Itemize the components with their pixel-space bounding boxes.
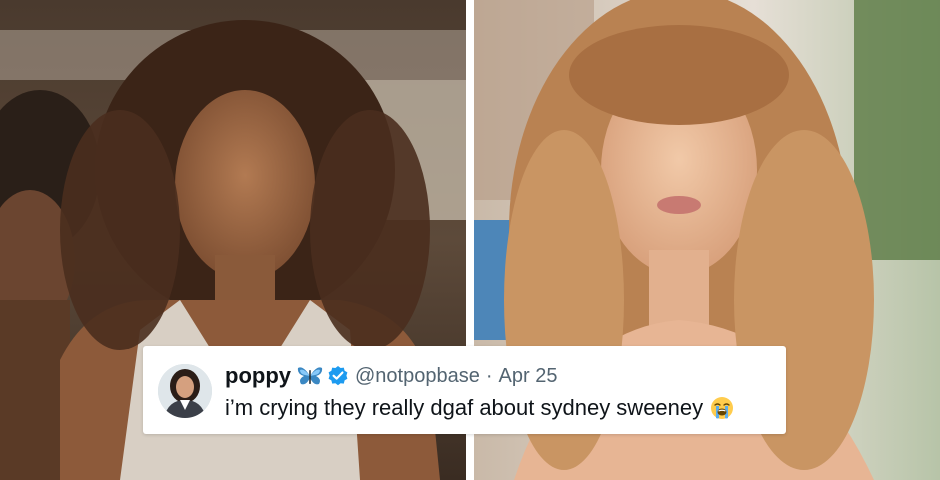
user-handle[interactable]: @notpopbase: [355, 365, 480, 388]
butterfly-emoji-icon: [297, 365, 323, 387]
tweet-body: i’m crying they really dgaf about sydney…: [225, 395, 734, 421]
avatar[interactable]: [158, 364, 212, 418]
tweet-header: poppy @notpopbase · Apr 25: [225, 363, 557, 389]
tweet-card[interactable]: poppy @notpopbase · Apr 25 i’m crying th…: [143, 346, 786, 434]
verified-badge-icon: [327, 365, 349, 387]
meta-separator: ·: [485, 364, 493, 387]
display-name[interactable]: poppy: [225, 363, 291, 389]
loudly-crying-face-icon: [710, 396, 734, 420]
tweet-date[interactable]: Apr 25: [499, 365, 558, 388]
tweet-text: i’m crying they really dgaf about sydney…: [225, 395, 704, 420]
